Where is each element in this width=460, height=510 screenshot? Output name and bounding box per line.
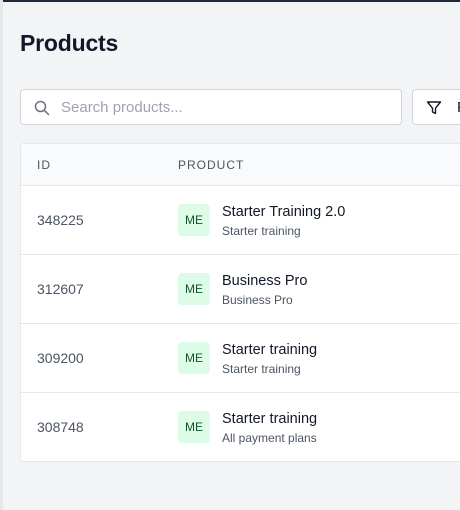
table-row[interactable]: 308748 ME Starter training All payment p… [21, 393, 460, 461]
table-row[interactable]: 348225 ME Starter Training 2.0 Starter t… [21, 186, 460, 255]
page-title: Products [20, 30, 119, 56]
filter-button[interactable]: F [412, 89, 460, 125]
avatar: ME [178, 411, 210, 443]
product-subtitle: Starter training [222, 362, 301, 376]
search-input[interactable] [61, 90, 391, 124]
product-id: 308748 [37, 419, 84, 435]
product-name[interactable]: Starter training [222, 411, 317, 427]
product-subtitle: All payment plans [222, 431, 317, 445]
search-icon [34, 100, 50, 116]
product-id: 309200 [37, 350, 84, 366]
product-subtitle: Business Pro [222, 293, 293, 307]
window-top-edge [0, 0, 460, 2]
avatar: ME [178, 342, 210, 374]
avatar: ME [178, 204, 210, 236]
column-header-product[interactable]: PRODUCT [178, 158, 244, 172]
product-id: 312607 [37, 281, 84, 297]
sidebar-edge [0, 0, 3, 510]
search-box[interactable] [20, 89, 402, 125]
product-name[interactable]: Starter training [222, 342, 317, 358]
products-table: ID PRODUCT 348225 ME Starter Training 2.… [20, 143, 460, 462]
product-name[interactable]: Business Pro [222, 273, 307, 289]
column-header-id[interactable]: ID [37, 158, 51, 172]
avatar: ME [178, 273, 210, 305]
product-id: 348225 [37, 212, 84, 228]
table-header: ID PRODUCT [21, 144, 460, 186]
product-subtitle: Starter training [222, 224, 301, 238]
table-row[interactable]: 312607 ME Business Pro Business Pro [21, 255, 460, 324]
table-row[interactable]: 309200 ME Starter training Starter train… [21, 324, 460, 393]
filter-icon [426, 100, 442, 116]
product-name[interactable]: Starter Training 2.0 [222, 204, 345, 220]
